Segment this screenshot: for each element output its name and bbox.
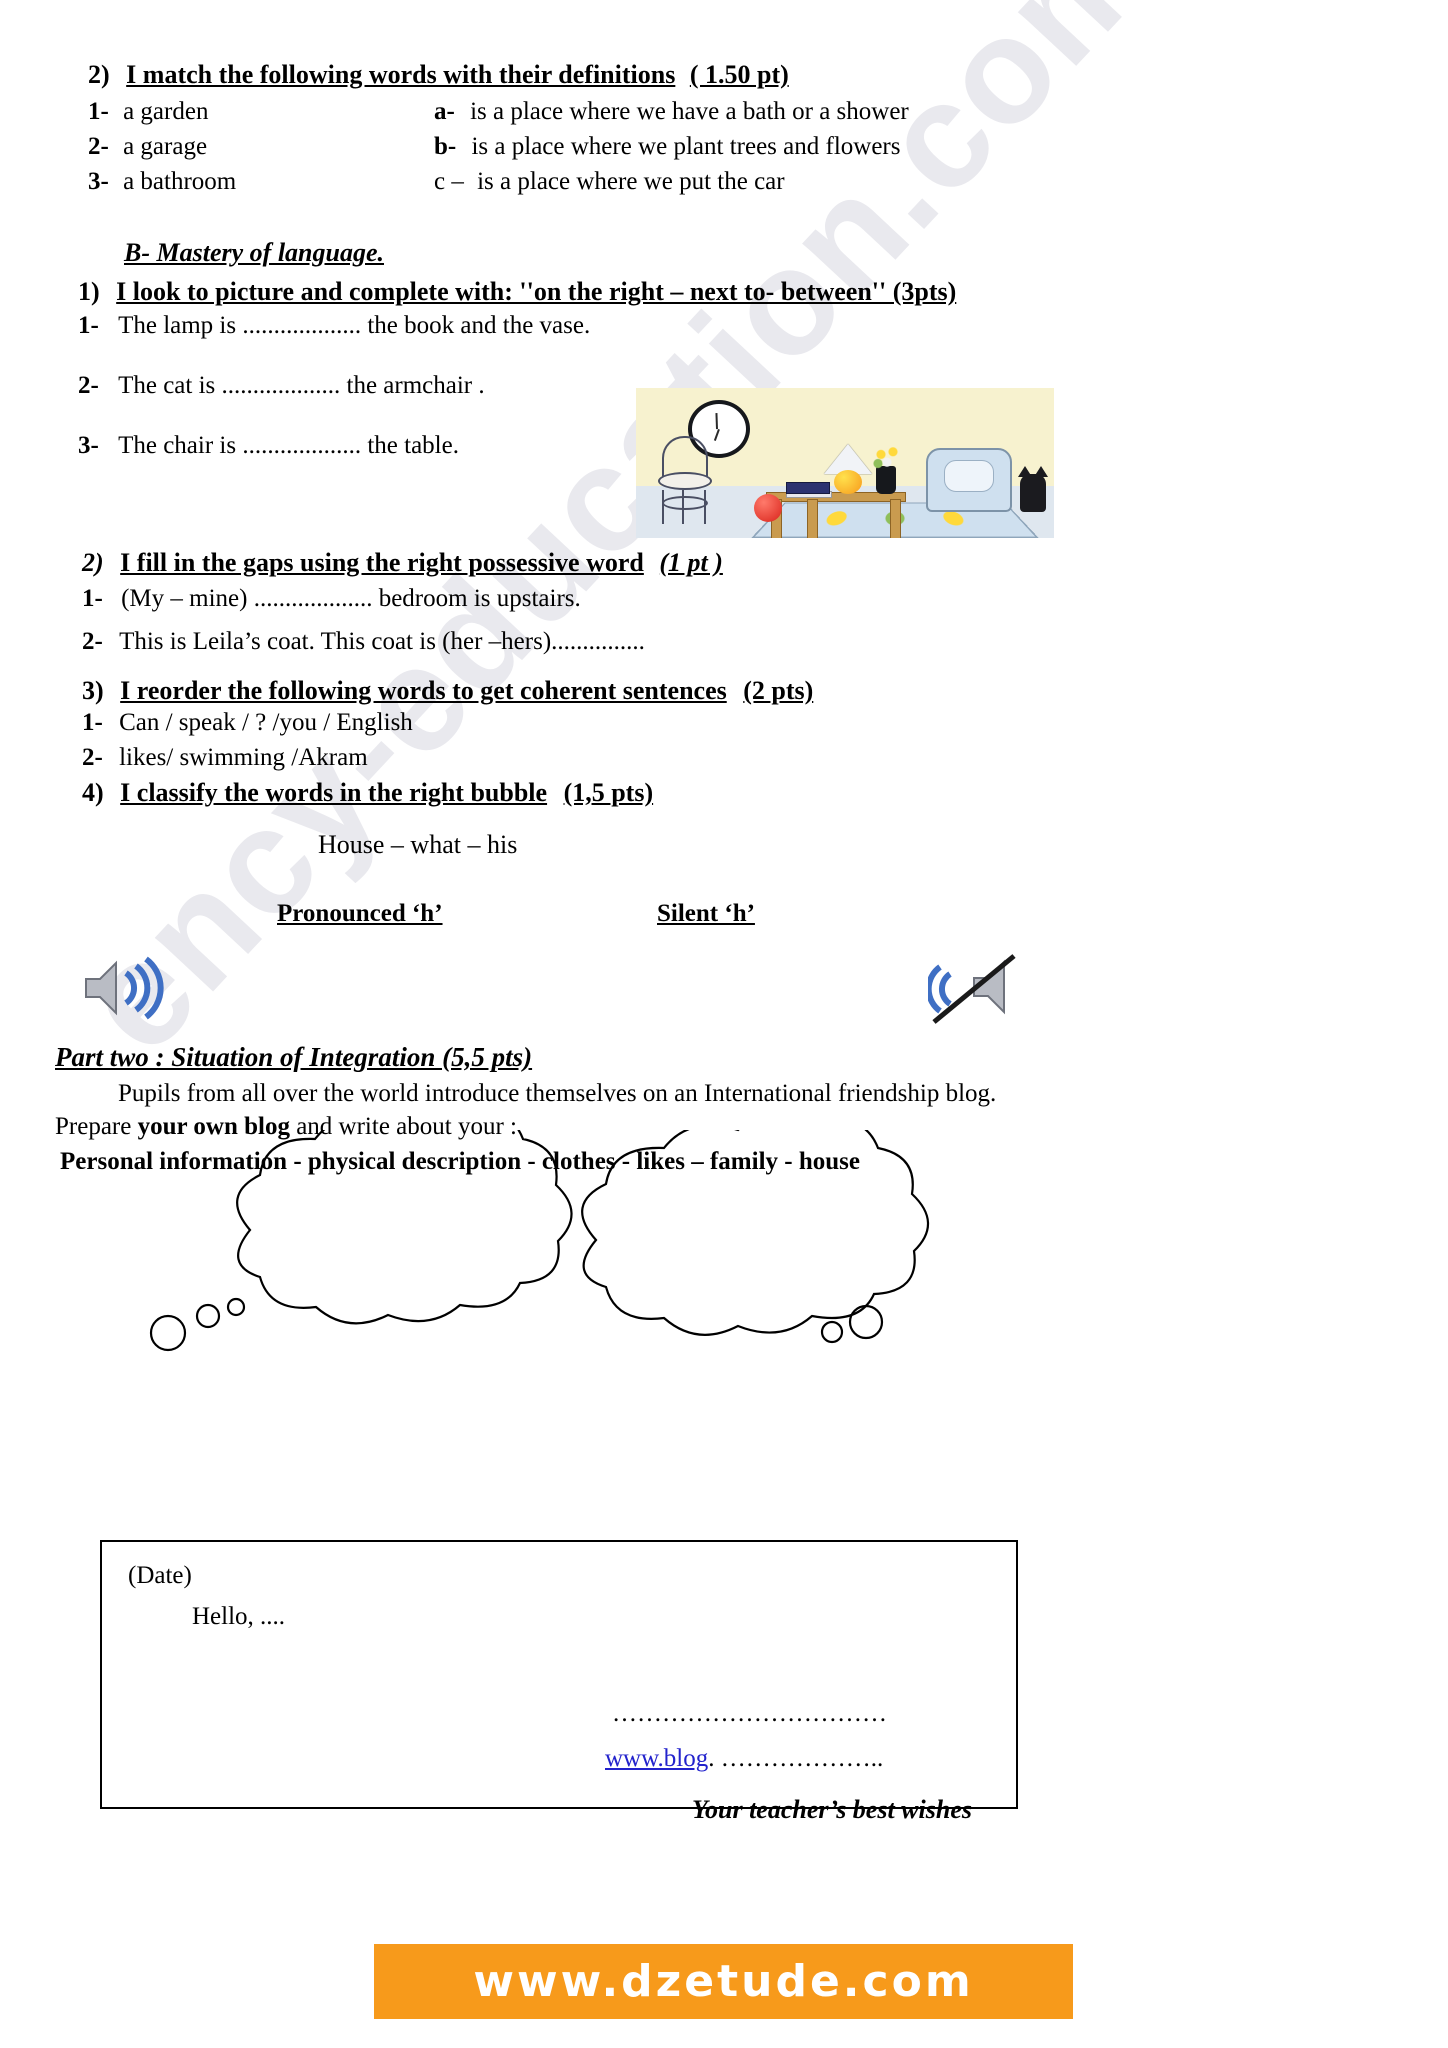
signature-dots: …………………………… <box>612 1700 887 1727</box>
reorder-item-2: 2- likes/ swimming /Akram <box>82 744 368 772</box>
vase <box>876 466 896 494</box>
possessive-points: (1 pt ) <box>659 548 723 577</box>
prepositions-number: 1) <box>78 277 100 306</box>
part-two-heading: Part two : Situation of Integration (5,5… <box>55 1042 533 1072</box>
possessive-title: I fill in the gaps using the right posse… <box>120 548 644 577</box>
item-marker: 3- <box>88 168 109 195</box>
section-b-heading: B- Mastery of language. <box>124 238 384 267</box>
match-left-item-1: 1- a garden <box>88 98 208 126</box>
prepositions-title: I look to picture and complete with: ''o… <box>116 277 957 306</box>
match-title: I match the following words with their d… <box>126 60 676 89</box>
blog-url-link[interactable]: www.blog <box>605 1745 708 1772</box>
table-leg <box>890 499 901 538</box>
classify-number: 4) <box>82 778 104 807</box>
match-right-item-c: c – is a place where we put the car <box>434 168 785 196</box>
classify-words: House – what – his <box>318 830 518 859</box>
silent-h-bubble <box>581 1111 930 1336</box>
item-marker: 1- <box>78 312 99 339</box>
pronounced-h-bubble <box>236 1102 573 1325</box>
lamp-base <box>834 470 862 494</box>
chair-seat <box>658 472 712 490</box>
prepositions-item-2: 2- The cat is ................... the ar… <box>78 372 485 400</box>
item-text: is a place where we plant trees and flow… <box>471 133 901 160</box>
item-marker: b- <box>434 133 457 160</box>
reorder-heading: 3) I reorder the following words to get … <box>82 676 813 706</box>
match-points: ( 1.50 pt) <box>689 60 789 89</box>
dzetude-banner[interactable]: www.dzetude.com <box>374 1944 1073 2019</box>
item-marker: 2- <box>82 744 103 771</box>
item-marker: 1- <box>82 709 103 736</box>
item-text: a garage <box>123 133 208 160</box>
item-text: This is Leila’s coat. This coat is (her … <box>119 628 645 655</box>
reorder-number: 3) <box>82 676 104 705</box>
item-marker: 1- <box>82 585 103 612</box>
item-text: a garden <box>123 98 209 125</box>
classify-title: I classify the words in the right bubble <box>120 778 548 807</box>
match-exercise-heading: 2) I match the following words with thei… <box>88 60 789 90</box>
banner-text: www.dzetude.com <box>473 1956 974 2007</box>
match-right-item-a: a- is a place where we have a bath or a … <box>434 98 909 126</box>
item-text: likes/ swimming /Akram <box>119 744 368 771</box>
speaker-muted-icon <box>925 952 1024 1033</box>
classify-points: (1,5 pts) <box>563 778 654 807</box>
reorder-item-1: 1- Can / speak / ? /you / English <box>82 709 413 737</box>
item-text: (My – mine) ................... bedroom … <box>121 585 581 612</box>
item-text: is a place where we put the car <box>477 168 785 195</box>
item-text: The lamp is ................... the book… <box>118 312 591 339</box>
item-marker: 2- <box>82 628 103 655</box>
possessive-heading: 2) I fill in the gaps using the right po… <box>82 548 723 578</box>
chair-ring <box>662 496 708 510</box>
living-room-picture <box>636 388 1054 538</box>
item-text: is a place where we have a bath or a sho… <box>470 98 909 125</box>
item-marker: 3- <box>78 432 99 459</box>
bubble-label-pronounced: Pronounced ‘h’ <box>277 900 443 927</box>
possessive-item-2: 2- This is Leila’s coat. This coat is (h… <box>82 628 645 656</box>
blog-line: www.blog. ……………….. <box>605 1745 883 1773</box>
item-text: The chair is ................... the tab… <box>118 432 459 459</box>
item-text: The cat is ................... the armch… <box>118 372 485 399</box>
date-label: (Date) <box>128 1562 192 1589</box>
item-marker: a- <box>434 98 455 125</box>
match-right-item-b: b- is a place where we plant trees and f… <box>434 133 900 161</box>
ball <box>754 494 782 522</box>
reorder-title: I reorder the following words to get coh… <box>120 676 727 705</box>
blog-url-dots: . ……………….. <box>708 1745 884 1772</box>
part-two-intro: Pupils from all over the world introduce… <box>118 1080 997 1107</box>
chair-leg <box>682 490 684 524</box>
armchair <box>926 448 1012 512</box>
speaker-sound-icon <box>82 955 168 1026</box>
item-marker: 1- <box>88 98 109 125</box>
table-leg <box>807 499 818 538</box>
chair <box>654 436 716 524</box>
chair-leg <box>704 490 706 524</box>
classification-bubbles <box>0 1102 1448 1380</box>
flowers <box>872 444 902 470</box>
cat <box>1018 466 1048 512</box>
chair-leg <box>662 490 664 524</box>
prepositions-heading: 1) I look to picture and complete with: … <box>78 277 956 307</box>
possessive-item-1: 1- (My – mine) ................... bedro… <box>82 585 581 613</box>
possessive-number: 2) <box>82 548 104 577</box>
prepositions-item-1: 1- The lamp is ................... the b… <box>78 312 590 340</box>
prepositions-item-3: 3- The chair is ................... the … <box>78 432 459 460</box>
book <box>786 482 830 494</box>
match-left-item-2: 2- a garage <box>88 133 207 161</box>
classify-heading: 4) I classify the words in the right bub… <box>82 778 653 808</box>
pronounced-h-tail <box>149 1297 246 1352</box>
item-marker: 2- <box>88 133 109 160</box>
match-left-item-3: 3- a bathroom <box>88 168 236 196</box>
match-number: 2) <box>88 60 110 89</box>
bubble-label-silent: Silent ‘h’ <box>657 900 755 927</box>
closing-text: Your teacher’s best wishes <box>692 1795 972 1824</box>
reorder-points: (2 pts) <box>743 676 814 705</box>
item-marker: c – <box>434 168 464 195</box>
item-text: a bathroom <box>123 168 237 195</box>
item-text: Can / speak / ? /you / English <box>119 709 413 736</box>
silent-h-tail <box>820 1304 884 1344</box>
greeting-text: Hello, .... <box>192 1603 286 1630</box>
item-marker: 2- <box>78 372 99 399</box>
